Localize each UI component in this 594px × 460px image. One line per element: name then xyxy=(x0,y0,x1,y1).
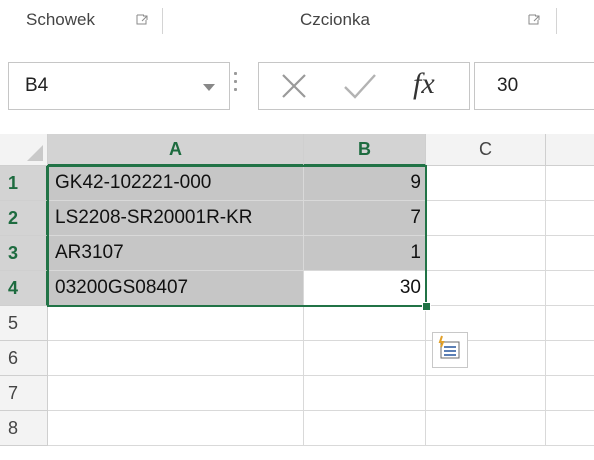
cell-d6[interactable] xyxy=(546,341,594,376)
ribbon-separator xyxy=(162,8,163,34)
cell-d7[interactable] xyxy=(546,376,594,411)
cell-c2[interactable] xyxy=(426,201,546,236)
cell-a7[interactable] xyxy=(48,376,304,411)
cell-a2[interactable]: LS2208-SR20001R-KR xyxy=(48,201,304,236)
fill-handle[interactable] xyxy=(422,302,431,311)
cell-c4[interactable] xyxy=(426,271,546,306)
cell-d2[interactable] xyxy=(546,201,594,236)
ribbon-group-labels: Schowek Czcionka xyxy=(0,0,594,45)
formula-input[interactable]: 30 xyxy=(474,62,594,110)
row-header-8[interactable]: 8 xyxy=(0,411,48,446)
name-box-value: B4 xyxy=(25,75,49,96)
cell-c1[interactable] xyxy=(426,166,546,201)
cell-c8[interactable] xyxy=(426,411,546,446)
formula-input-value: 30 xyxy=(497,75,519,96)
clipboard-dialog-launcher-icon[interactable] xyxy=(136,14,149,27)
cell-b5[interactable] xyxy=(304,306,426,341)
cell-d1[interactable] xyxy=(546,166,594,201)
cell-b6[interactable] xyxy=(304,341,426,376)
column-header-d[interactable] xyxy=(546,134,594,166)
cell-b1[interactable]: 9 xyxy=(304,166,426,201)
row-header-2[interactable]: 2 xyxy=(0,201,48,236)
row-header-3[interactable]: 3 xyxy=(0,236,48,271)
quick-analysis-icon[interactable] xyxy=(432,332,468,368)
cell-b7[interactable] xyxy=(304,376,426,411)
row-header-6[interactable]: 6 xyxy=(0,341,48,376)
close-icon[interactable] xyxy=(277,69,311,103)
cell-d4[interactable] xyxy=(546,271,594,306)
cell-a3[interactable]: AR3107 xyxy=(48,236,304,271)
cell-c7[interactable] xyxy=(426,376,546,411)
cell-d3[interactable] xyxy=(546,236,594,271)
cell-b4-active[interactable]: 30 xyxy=(304,271,426,306)
row-header-7[interactable]: 7 xyxy=(0,376,48,411)
cell-a5[interactable] xyxy=(48,306,304,341)
cell-b2[interactable]: 7 xyxy=(304,201,426,236)
cell-a4[interactable]: 03200GS08407 xyxy=(48,271,304,306)
cell-b8[interactable] xyxy=(304,411,426,446)
cell-a1[interactable]: GK42-102221-000 xyxy=(48,166,304,201)
column-header-a[interactable]: A xyxy=(48,134,304,166)
ribbon-group-font-label: Czcionka xyxy=(300,10,370,29)
cell-d8[interactable] xyxy=(546,411,594,446)
row-header-1[interactable]: 1 xyxy=(0,166,48,201)
formula-bar: B4 fx 30 xyxy=(0,44,594,126)
cell-b3[interactable]: 1 xyxy=(304,236,426,271)
ribbon-separator xyxy=(556,8,557,34)
column-header-c[interactable]: C xyxy=(426,134,546,166)
insert-function-button[interactable]: fx xyxy=(413,67,435,101)
select-all-button[interactable] xyxy=(0,134,48,166)
worksheet-grid: A B C 1 GK42-102221-000 9 2 LS2208-SR200… xyxy=(0,126,594,460)
cell-d5[interactable] xyxy=(546,306,594,341)
cell-a6[interactable] xyxy=(48,341,304,376)
formula-bar-splitter[interactable] xyxy=(230,64,242,104)
name-box[interactable]: B4 xyxy=(8,62,230,110)
checkmark-icon[interactable] xyxy=(341,69,379,103)
column-header-b[interactable]: B xyxy=(304,134,426,166)
ribbon-group-clipboard-label: Schowek xyxy=(26,10,95,29)
chevron-down-icon[interactable] xyxy=(203,84,215,91)
formula-buttons: fx xyxy=(258,62,470,110)
row-header-4[interactable]: 4 xyxy=(0,271,48,306)
cell-c3[interactable] xyxy=(426,236,546,271)
font-dialog-launcher-icon[interactable] xyxy=(528,14,541,27)
row-header-5[interactable]: 5 xyxy=(0,306,48,341)
cell-a8[interactable] xyxy=(48,411,304,446)
